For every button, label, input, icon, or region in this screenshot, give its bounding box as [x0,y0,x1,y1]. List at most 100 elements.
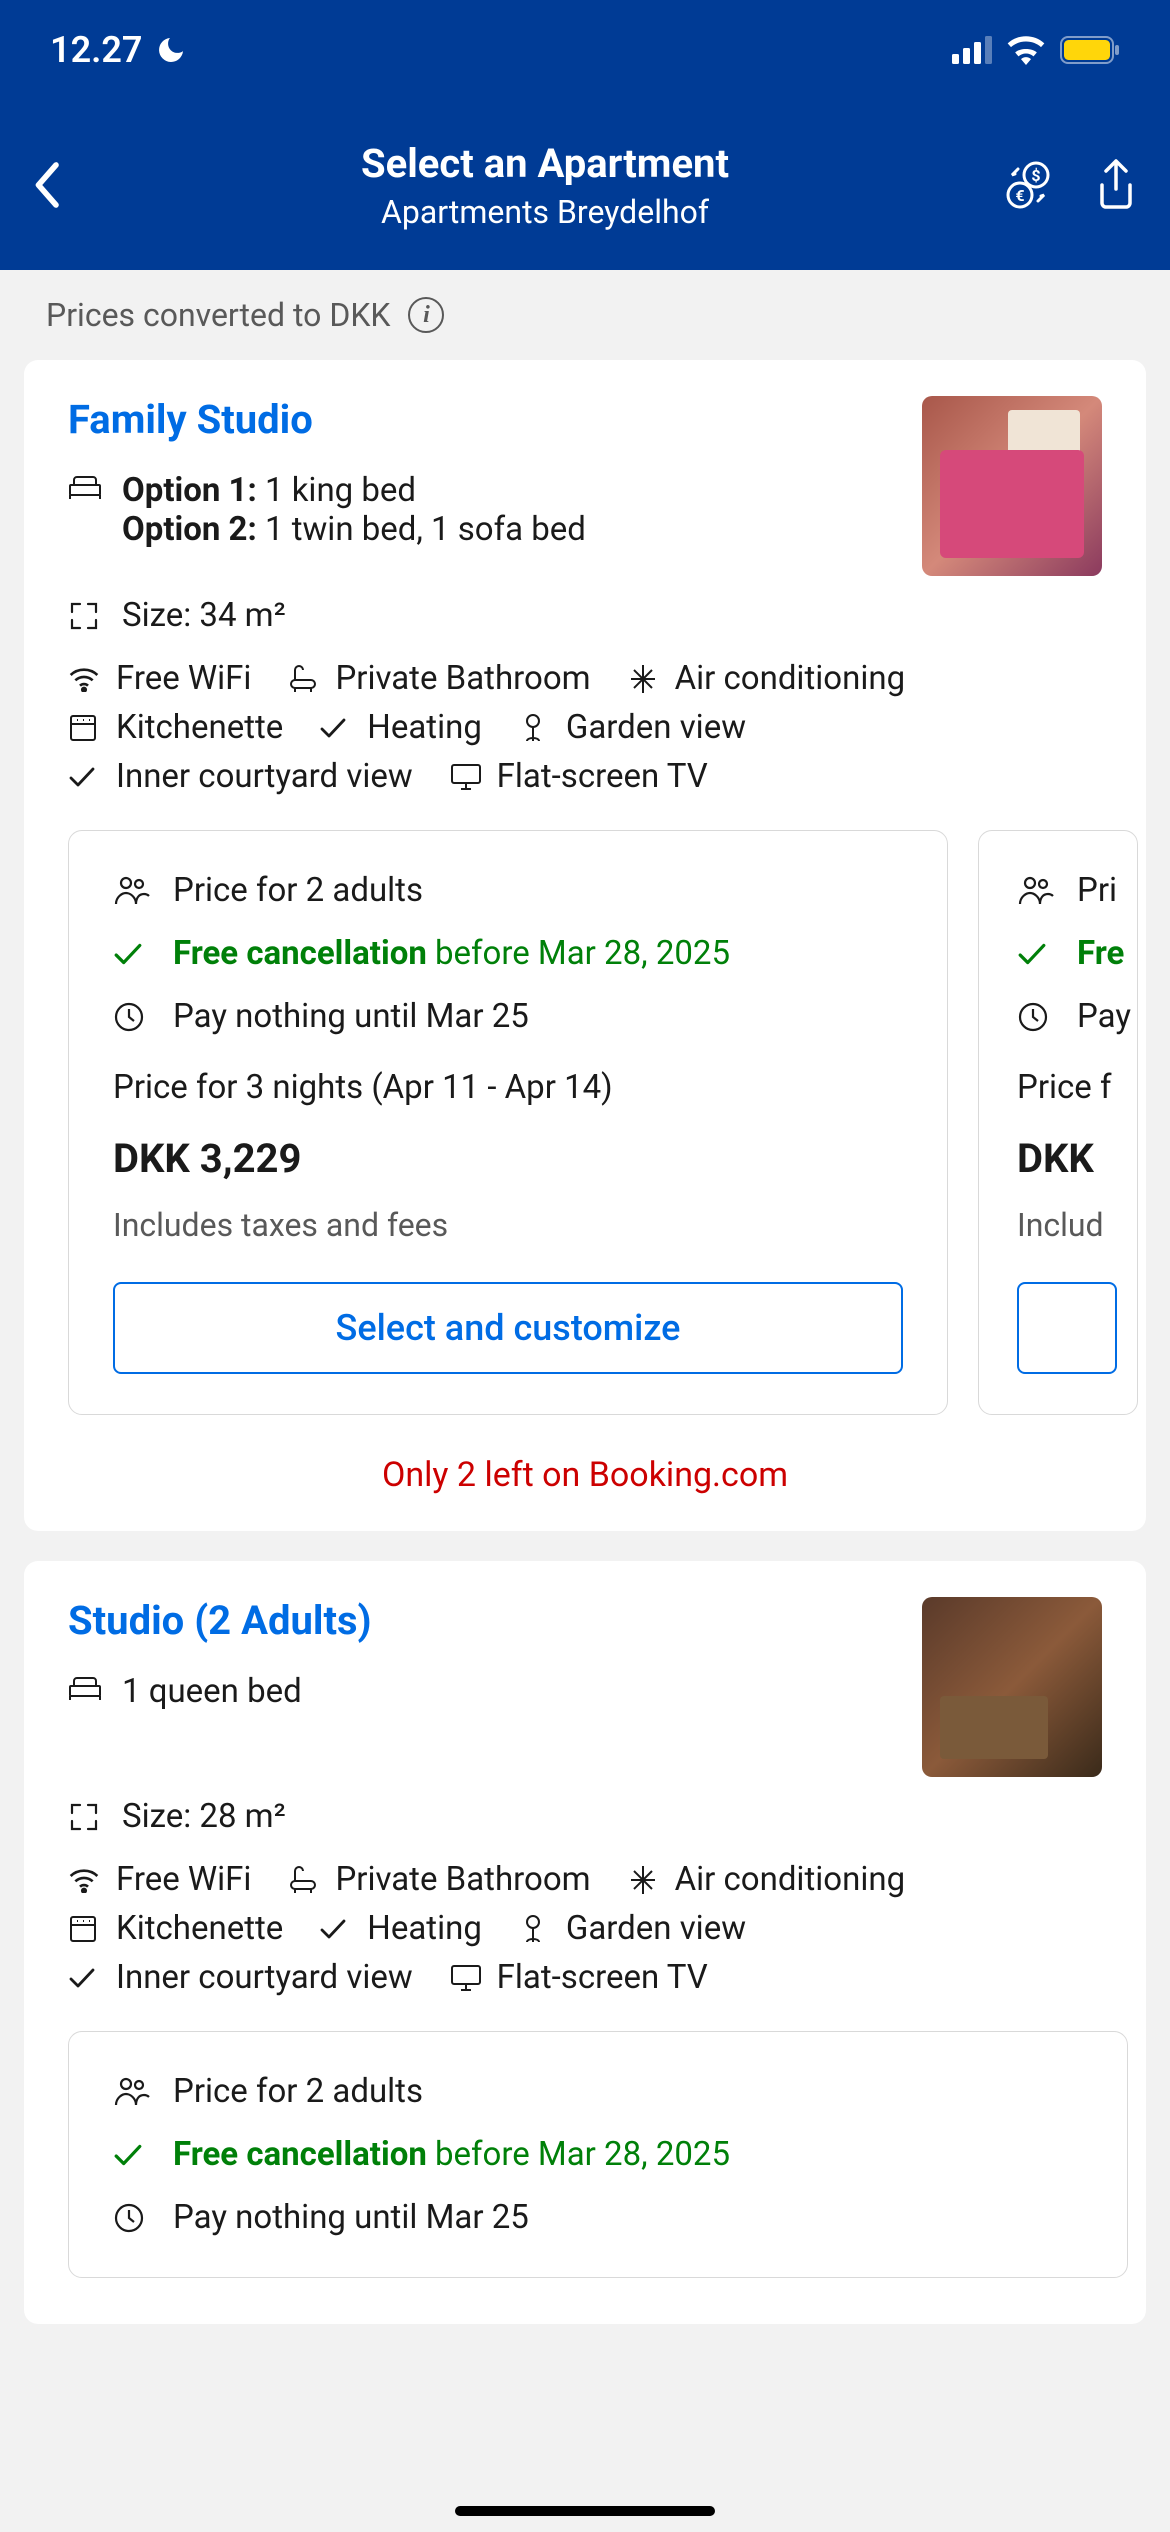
bed-text: 1 queen bed [122,1672,302,1711]
nav-actions: $€ [1000,157,1140,213]
check-icon [68,1966,102,1990]
moon-icon [155,34,187,66]
battery-icon [1060,36,1120,64]
wifi-icon [68,1867,102,1893]
guests-icon [113,2075,151,2109]
option2-value: 1 twin bed, 1 sofa bed [257,510,586,549]
bed-icon [68,1676,104,1702]
room-thumbnail[interactable] [922,1597,1102,1777]
amenity-label: Private Bathroom [335,659,590,698]
room-card: Family Studio Option 1: 1 king bed Optio… [24,360,1146,1531]
cellular-icon [952,36,992,64]
chevron-left-icon [30,160,62,210]
status-time: 12.27 [50,29,143,71]
svg-text:€: € [1015,186,1024,205]
clock-icon [113,2202,151,2234]
nav-bar: Select an Apartment Apartments Breydelho… [0,100,1170,270]
wifi-icon [1006,35,1046,65]
cancel-text: Fre [1077,934,1124,973]
amenity-label: Kitchenette [116,1909,283,1948]
option1-label: Option 1: [122,471,257,510]
tax-note: Includ [1017,1206,1117,1244]
amenity-label: Air conditioning [675,1860,906,1899]
cancel-text: Free cancellation before Mar 28, 2025 [173,2135,730,2174]
bathroom-icon [287,664,321,694]
tv-icon [449,1963,483,1993]
cancel-text: Free cancellation before Mar 28, 2025 [173,934,730,973]
price-options-scroll[interactable]: Price for 2 adults Free cancellation bef… [24,2021,1146,2288]
price-value: DKK [1017,1135,1117,1182]
nav-title: Select an Apartment [90,140,1000,187]
check-icon [68,765,102,789]
nav-subtitle: Apartments Breydelhof [90,193,1000,231]
clock-icon [1017,1001,1055,1033]
check-icon [113,941,151,967]
currency-icon[interactable]: $€ [1000,157,1056,213]
info-icon[interactable]: i [408,297,444,333]
amenity-label: Flat-screen TV [497,757,708,796]
rooms-list: Family Studio Option 1: 1 king bed Optio… [0,360,1170,2324]
status-indicators [952,35,1120,65]
size-icon [68,600,104,632]
room-title[interactable]: Studio (2 Adults) [68,1597,902,1644]
back-button[interactable] [30,160,90,210]
amenity-label: Free WiFi [116,1860,251,1899]
price-option-card: Price for 2 adults Free cancellation bef… [68,2031,1128,2278]
guests-icon [1017,874,1055,908]
status-bar: 12.27 [0,0,1170,100]
bed-options: Option 1: 1 king bed Option 2: 1 twin be… [122,471,586,549]
price-value: DKK 3,229 [113,1135,903,1182]
room-header: Family Studio Option 1: 1 king bed Optio… [24,396,1146,576]
snowflake-icon [627,1864,661,1896]
wifi-icon [68,666,102,692]
price-option-card: Price for 2 adults Free cancellation bef… [68,830,948,1415]
bathroom-icon [287,1865,321,1895]
clock-icon [113,1001,151,1033]
check-icon [319,716,353,740]
amenity-label: Private Bathroom [335,1860,590,1899]
bed-icon [68,475,104,501]
amenity-label: Flat-screen TV [497,1958,708,1997]
amenity-label: Air conditioning [675,659,906,698]
conversion-notice: Prices converted to DKK i [0,270,1170,360]
room-thumbnail[interactable] [922,396,1102,576]
nav-title-block: Select an Apartment Apartments Breydelho… [90,140,1000,231]
amenity-label: Garden view [566,708,746,747]
select-button[interactable] [1017,1282,1117,1374]
share-icon[interactable] [1092,157,1140,213]
scarcity-notice: Only 2 left on Booking.com [24,1425,1146,1495]
pay-text: Pay [1077,997,1131,1036]
check-icon [1017,941,1055,967]
room-size: Size: 34 m² [122,596,286,635]
size-icon [68,1801,104,1833]
conversion-text: Prices converted to DKK [46,296,390,334]
room-header: Studio (2 Adults) 1 queen bed [24,1597,1146,1777]
price-option-card: Pri Fre Pay Price f DKK Includ [978,830,1138,1415]
amenity-label: Kitchenette [116,708,283,747]
pay-text: Pay nothing until Mar 25 [173,997,529,1036]
room-card: Studio (2 Adults) 1 queen bed Size: 28 m… [24,1561,1146,2324]
room-size: Size: 28 m² [122,1797,286,1836]
amenity-label: Free WiFi [116,659,251,698]
pay-text: Pay nothing until Mar 25 [173,2198,529,2237]
kitchenette-icon [68,1914,102,1944]
status-time-block: 12.27 [50,29,187,71]
garden-icon [518,1913,552,1945]
amenity-label: Garden view [566,1909,746,1948]
garden-icon [518,712,552,744]
nights-label: Price for 3 nights (Apr 11 - Apr 14) [113,1068,903,1107]
tax-note: Includes taxes and fees [113,1206,903,1244]
select-button[interactable]: Select and customize [113,1282,903,1374]
amenity-label: Inner courtyard view [116,1958,413,1997]
amenities: Free WiFi Private Bathroom Air condition… [24,647,1146,820]
tv-icon [449,762,483,792]
home-indicator[interactable] [455,2506,715,2516]
room-title[interactable]: Family Studio [68,396,902,443]
option1-value: 1 king bed [257,471,416,510]
snowflake-icon [627,663,661,695]
kitchenette-icon [68,713,102,743]
amenities: Free WiFi Private Bathroom Air condition… [24,1848,1146,2021]
nights-label: Price f [1017,1068,1117,1107]
guests-icon [113,874,151,908]
price-options-scroll[interactable]: Price for 2 adults Free cancellation bef… [24,820,1146,1425]
